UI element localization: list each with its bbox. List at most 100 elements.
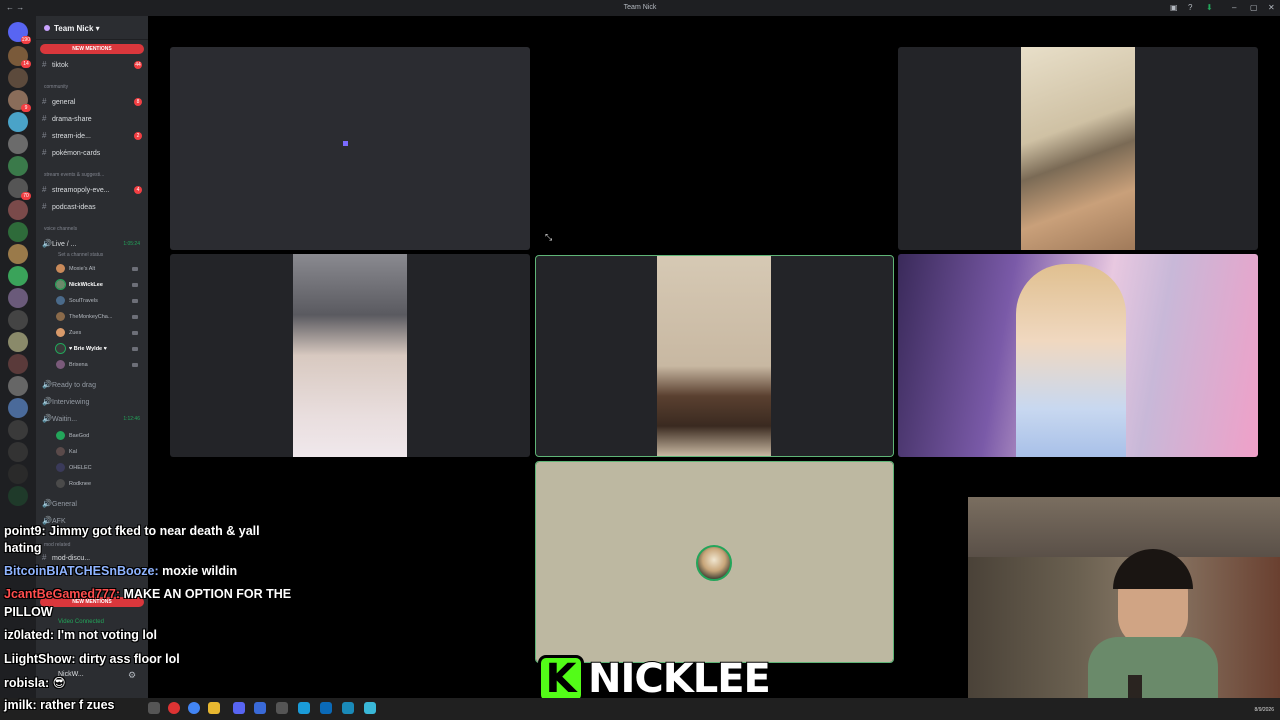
server-icon[interactable]	[8, 442, 28, 462]
channel-streamopoly[interactable]: # streamopoly-eve... 4	[42, 183, 146, 197]
voice-channel-general[interactable]: 🔊General	[42, 497, 146, 511]
category-stream-events[interactable]: stream events & suggesti...	[44, 172, 104, 178]
server-icon[interactable]	[8, 486, 28, 506]
help-icon[interactable]: ?	[1188, 3, 1192, 12]
server-icon[interactable]	[8, 332, 28, 352]
server-icon[interactable]	[8, 134, 28, 154]
app-icon[interactable]	[342, 702, 354, 714]
home-icon[interactable]: 190	[8, 22, 31, 44]
channel-podcast-ideas[interactable]: # podcast-ideas	[42, 200, 146, 214]
brand-name: NICKLEE	[587, 655, 772, 703]
os-taskbar: 8/9/2026	[0, 698, 1280, 720]
app-icon[interactable]	[168, 702, 180, 714]
video-feed	[657, 256, 771, 456]
chat-message: BitcoinBIATCHESnBooze: moxie wildin	[4, 564, 238, 578]
waiting-timer: 1:12:46	[123, 416, 140, 422]
server-icon[interactable]	[8, 112, 28, 132]
edge-icon[interactable]	[298, 702, 310, 714]
voice-user[interactable]: Rodknee	[56, 477, 144, 491]
minimize-icon[interactable]: –	[1232, 3, 1236, 12]
folder-icon[interactable]	[208, 702, 220, 714]
taskview-icon[interactable]	[148, 702, 160, 714]
channel-pokemon-cards[interactable]: # pokémon-cards	[42, 146, 146, 160]
server-icon[interactable]	[8, 266, 28, 286]
voice-user[interactable]: Moxie's Alt	[56, 262, 144, 276]
server-icon[interactable]	[8, 310, 28, 330]
settings-gear-icon[interactable]: ⚙	[128, 670, 136, 681]
voice-user[interactable]: Zues	[56, 326, 144, 340]
channel-mod-discussion[interactable]: # mod-discu...	[42, 551, 146, 565]
server-icon[interactable]	[8, 354, 28, 374]
server-icon[interactable]	[8, 398, 28, 418]
channel-status-hint[interactable]: Set a channel status	[58, 252, 103, 258]
cursor-marker	[343, 141, 348, 146]
streamer-webcam	[968, 497, 1280, 706]
participant-avatar	[696, 545, 732, 581]
chat-message: robisla: 😎	[4, 676, 66, 690]
video-tile[interactable]	[898, 47, 1258, 250]
chat-message: JcantBeGamed777: MAKE AN OPTION FOR THE	[4, 587, 292, 601]
taskbar-clock[interactable]: 8/9/2026	[1255, 707, 1274, 713]
voice-user[interactable]: TheMonkeyCha...	[56, 310, 144, 324]
voice-user[interactable]: ♥ Brie Wylde ♥	[55, 342, 144, 356]
server-icon[interactable]: 9	[8, 90, 31, 112]
video-feed	[1021, 47, 1135, 250]
voice-user[interactable]: OHELEC	[56, 461, 144, 475]
voice-channel-waiting[interactable]: 🔊Waitin... 1:12:46	[42, 412, 146, 426]
app-icon[interactable]	[276, 702, 288, 714]
channel-tiktok[interactable]: # tiktok 44	[42, 58, 146, 72]
app-icon[interactable]	[364, 702, 376, 714]
voice-channel-live[interactable]: 🔊Live / ... 1:05:24	[42, 237, 146, 251]
channel-stream-ideas[interactable]: # stream-ide... 2	[42, 129, 146, 143]
video-connected-status: Video Connected	[58, 619, 104, 625]
server-icon[interactable]	[8, 288, 28, 308]
server-icon[interactable]	[8, 376, 28, 396]
category-community[interactable]: community	[44, 84, 68, 90]
server-icon[interactable]	[8, 68, 28, 88]
video-tile-speaking[interactable]	[535, 255, 894, 457]
voice-user[interactable]: Kal	[56, 445, 144, 459]
server-icon[interactable]	[8, 244, 28, 264]
voice-user[interactable]: Brixena	[56, 358, 144, 372]
voice-user[interactable]: NickWickLee	[55, 278, 144, 292]
new-mentions-pill[interactable]: NEW MENTIONS	[40, 44, 144, 54]
inbox-icon[interactable]: ▣	[1170, 3, 1178, 12]
server-icon[interactable]	[8, 464, 28, 484]
voice-channel-interviewing[interactable]: 🔊Interviewing	[42, 395, 146, 409]
server-icon[interactable]	[8, 420, 28, 440]
mouse-cursor-icon: ⤡	[545, 232, 553, 242]
chat-message: jmilk: rather f zues	[4, 698, 115, 712]
video-tile[interactable]	[170, 254, 530, 457]
server-icon[interactable]	[8, 222, 28, 242]
video-tile[interactable]	[170, 47, 530, 250]
video-tile[interactable]	[898, 254, 1258, 457]
download-icon[interactable]: ⬇	[1206, 3, 1213, 12]
video-tile-avatar[interactable]	[535, 461, 894, 663]
voice-user[interactable]: SoulTravels	[56, 294, 144, 308]
chat-message: LiightShow: dirty ass floor lol	[4, 652, 180, 666]
user-panel[interactable]: NickW...	[58, 668, 162, 682]
window-title: Team Nick	[623, 4, 657, 11]
live-timer: 1:05:24	[123, 241, 140, 247]
window-titlebar: ← → Team Nick ▣ ? ⬇ – ▢ ✕	[0, 0, 1280, 16]
voice-user[interactable]: BaeGod	[56, 429, 144, 443]
discord-icon[interactable]	[233, 702, 245, 714]
kick-logo-icon: K	[538, 655, 584, 703]
channel-drama-share[interactable]: # drama-share	[42, 112, 146, 126]
server-icon[interactable]: 14	[8, 46, 31, 68]
chrome-icon[interactable]	[188, 702, 200, 714]
voice-channel-ready[interactable]: 🔊Ready to drag	[42, 378, 146, 392]
server-icon[interactable]: 70	[8, 178, 31, 200]
channel-general[interactable]: # general 8	[42, 95, 146, 109]
maximize-icon[interactable]: ▢	[1250, 3, 1258, 12]
server-header[interactable]: Team Nick ▾	[36, 16, 148, 40]
chat-message: hating	[4, 541, 42, 555]
category-mod[interactable]: mod related	[44, 542, 70, 548]
server-icon[interactable]	[8, 200, 28, 220]
server-icon[interactable]	[8, 156, 28, 176]
app-icon[interactable]	[320, 702, 332, 714]
video-feed	[293, 254, 407, 457]
category-voice[interactable]: Voice Channels	[44, 226, 77, 232]
app-icon[interactable]	[254, 702, 266, 714]
close-icon[interactable]: ✕	[1268, 3, 1275, 12]
